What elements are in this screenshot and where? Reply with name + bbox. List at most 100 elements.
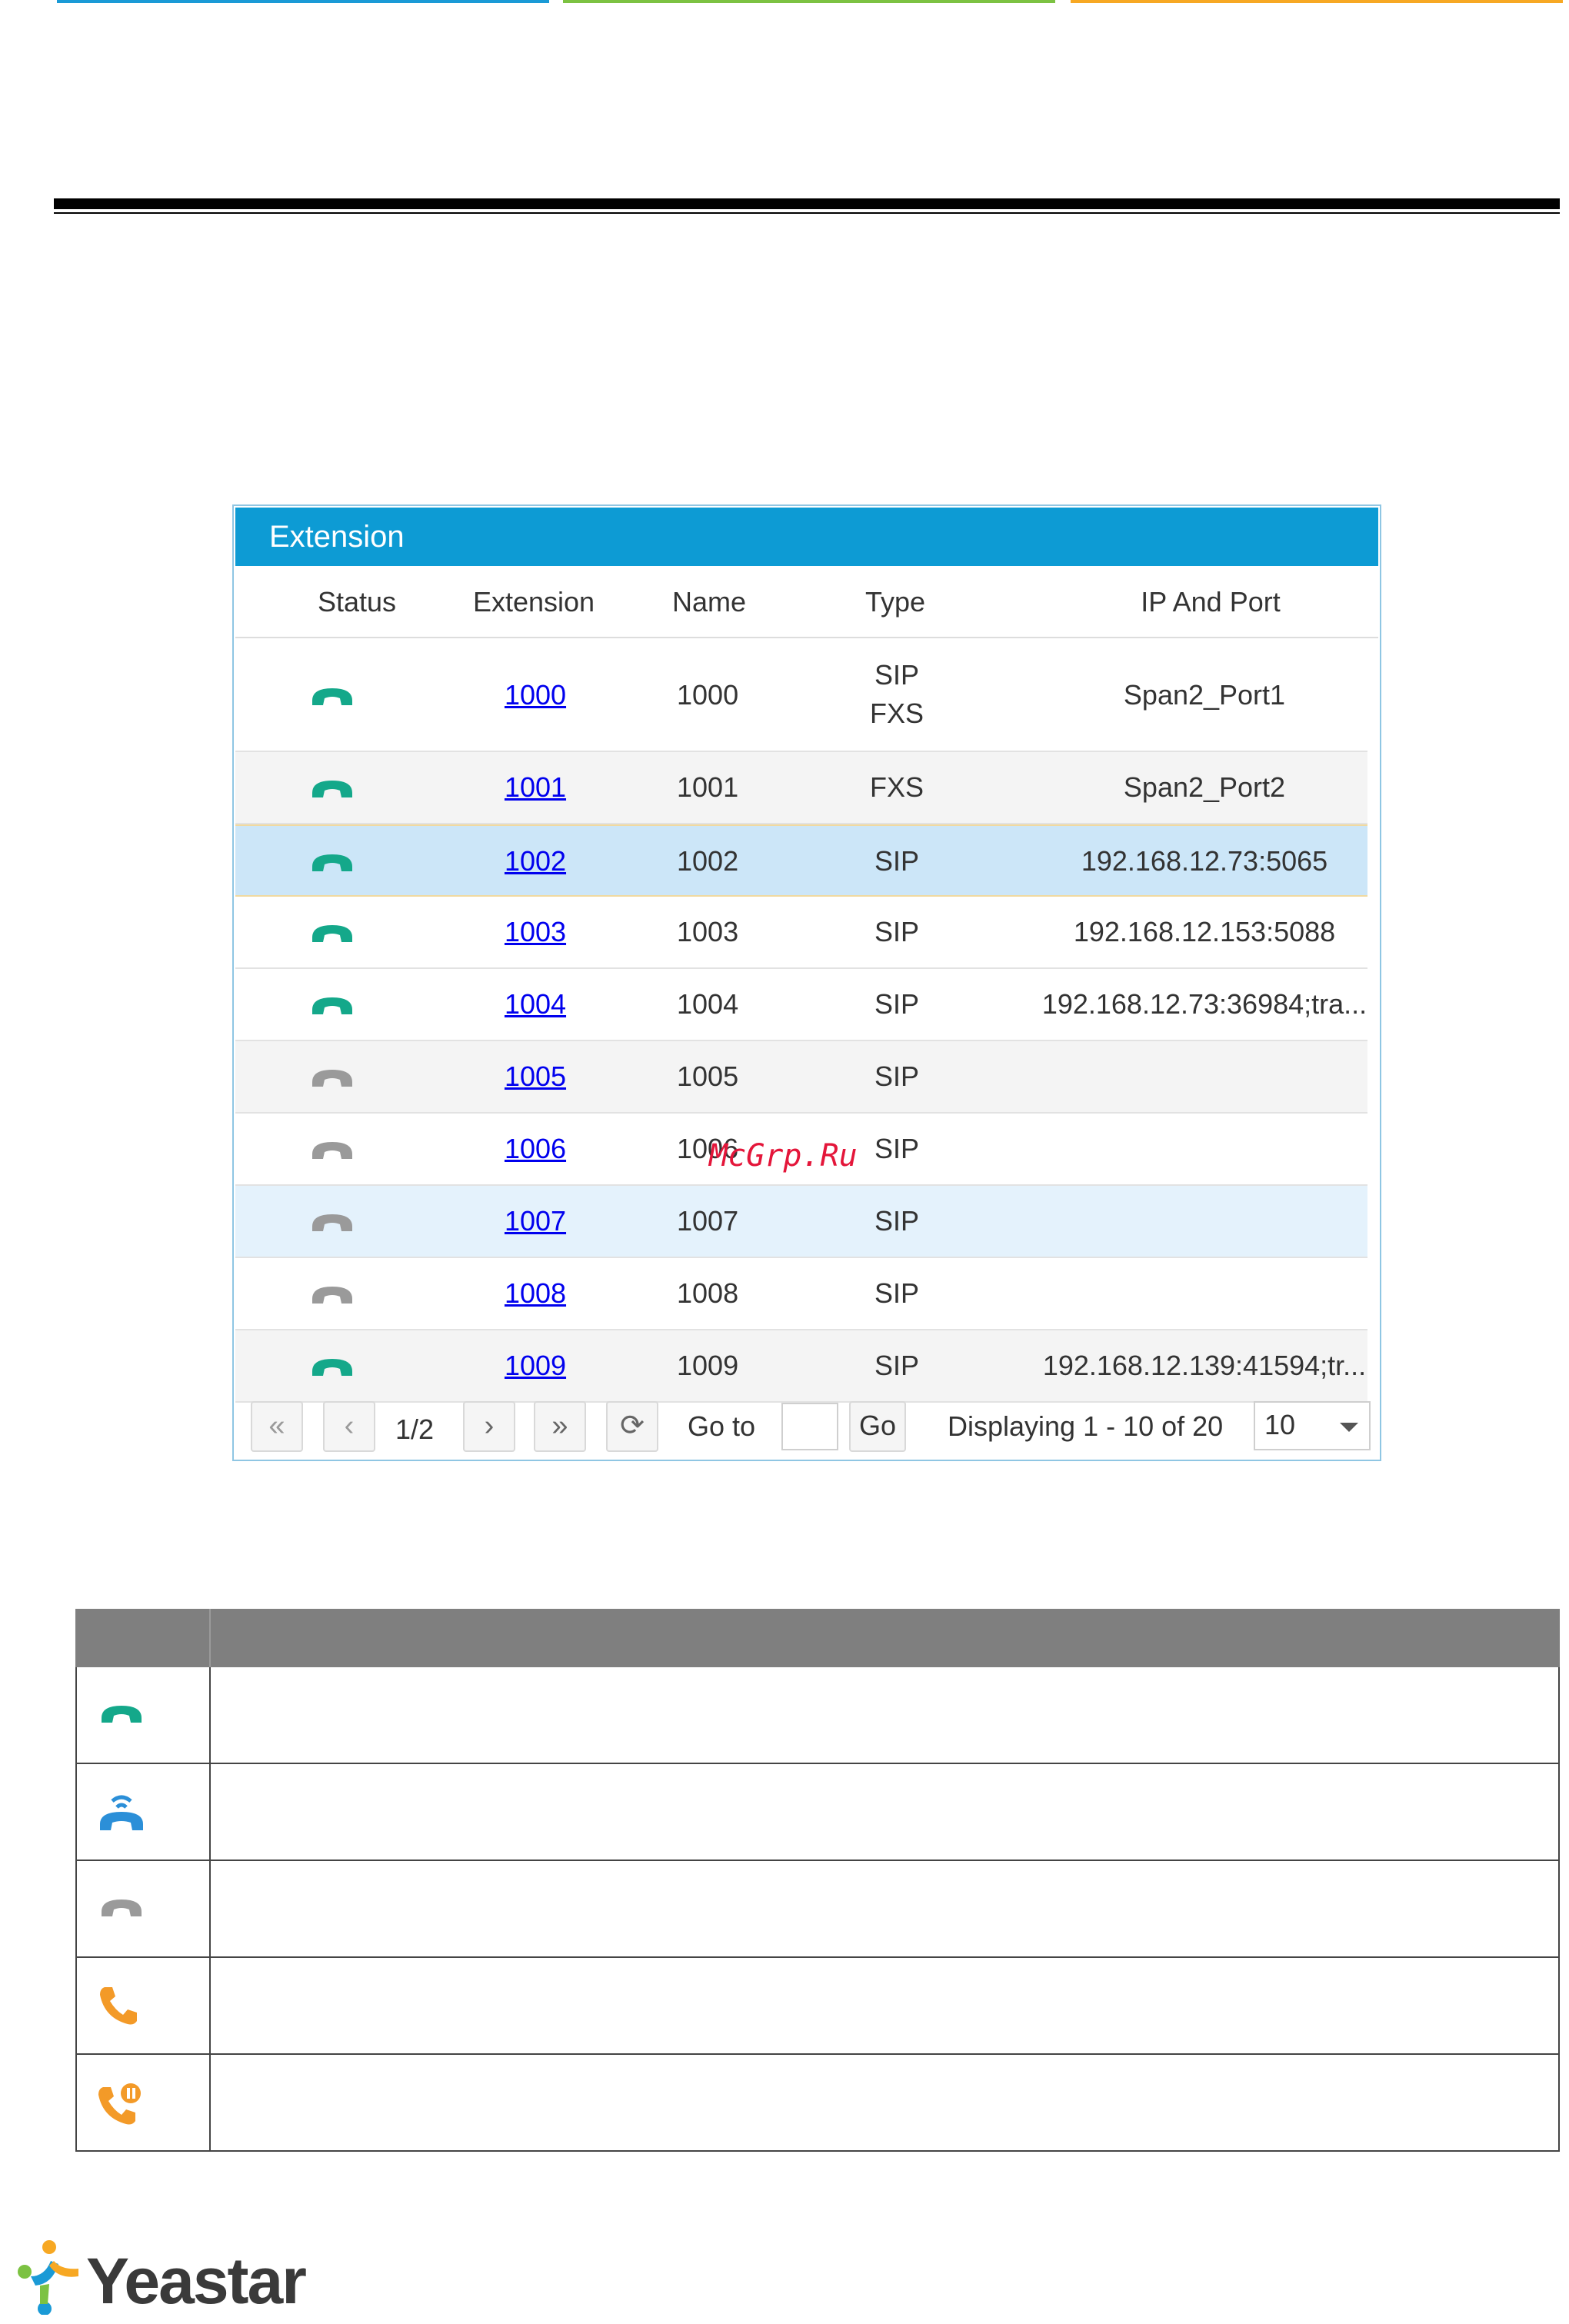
extension-type: SIP xyxy=(874,1060,920,1092)
column-header-status[interactable]: Status xyxy=(280,586,434,618)
legend-header xyxy=(75,1609,1560,1667)
displaying-summary: Displaying 1 - 10 of 20 xyxy=(948,1410,1224,1442)
legend-row xyxy=(75,1958,1560,2055)
extension-type: SIP xyxy=(874,845,920,877)
legend-row xyxy=(75,1764,1560,1861)
extension-name: 1002 xyxy=(677,845,739,877)
status-registered-icon xyxy=(309,851,355,878)
column-header-type[interactable]: Type xyxy=(818,586,972,618)
brand-name: Yeastar xyxy=(86,2245,307,2317)
section-rule xyxy=(54,198,1560,209)
next-page-button[interactable]: › xyxy=(463,1401,515,1452)
goto-label: Go to xyxy=(688,1410,756,1442)
extension-link[interactable]: 1002 xyxy=(443,845,628,877)
section-rule-thin xyxy=(54,212,1560,214)
top-bar-green xyxy=(563,0,1055,3)
legend-row xyxy=(75,1861,1560,1958)
phone-ringing-blue-icon xyxy=(97,1790,146,1837)
legend-description xyxy=(211,1667,1560,1763)
extension-type: SIP xyxy=(874,659,920,691)
header-separator xyxy=(235,637,1378,638)
extension-link[interactable]: 1009 xyxy=(443,1350,628,1382)
chevron-down-icon xyxy=(1340,1423,1358,1432)
phone-orange-icon xyxy=(97,1984,140,2031)
extension-type: SIP xyxy=(874,1205,920,1237)
refresh-icon: ⟳ xyxy=(620,1410,645,1442)
extension-name: 1008 xyxy=(677,1277,739,1309)
watermark: McGrp.Ru xyxy=(709,1138,858,1174)
extension-link[interactable]: 1003 xyxy=(443,916,628,948)
status-registered-icon xyxy=(309,1356,355,1383)
extension-type: SIP xyxy=(874,1350,920,1381)
extension-link[interactable]: 1000 xyxy=(443,679,628,711)
page-size-select[interactable]: 10 xyxy=(1254,1401,1371,1450)
extension-name: 1005 xyxy=(677,1060,739,1092)
legend-description xyxy=(211,1861,1560,1956)
status-unavailable-icon xyxy=(309,1067,355,1094)
column-header-extension[interactable]: Extension xyxy=(441,586,626,618)
table-row[interactable]: 1009 1009 SIP 192.168.12.139:41594;tr... xyxy=(235,1330,1367,1403)
go-button[interactable]: Go xyxy=(849,1401,906,1452)
last-page-button[interactable]: » xyxy=(534,1401,586,1452)
goto-page-input[interactable] xyxy=(781,1403,838,1450)
extension-name: 1000 xyxy=(677,679,739,711)
column-header-name[interactable]: Name xyxy=(672,586,826,618)
extension-name: 1001 xyxy=(677,771,739,803)
first-page-button[interactable]: « xyxy=(251,1401,303,1452)
table-row[interactable]: 1002 1002 SIP 192.168.12.73:5065 xyxy=(235,824,1367,897)
table-row[interactable]: 1003 1003 SIP 192.168.12.153:5088 xyxy=(235,897,1367,969)
extension-type: SIP xyxy=(874,988,920,1020)
table-row[interactable]: 1005 1005 SIP xyxy=(235,1041,1367,1114)
legend-description xyxy=(211,1764,1560,1860)
refresh-button[interactable]: ⟳ xyxy=(606,1401,658,1452)
extension-name: 1007 xyxy=(677,1205,739,1237)
extension-ip-port: 192.168.12.153:5088 xyxy=(1073,916,1336,947)
extension-name: 1003 xyxy=(677,916,739,947)
page-indicator: 1/2 xyxy=(395,1413,435,1445)
phone-gray-icon xyxy=(97,1896,146,1923)
extension-type: SIP xyxy=(874,916,920,947)
prev-page-button[interactable]: ‹ xyxy=(323,1401,375,1452)
extension-ip-port: Span2_Port2 xyxy=(1123,771,1286,803)
status-unavailable-icon xyxy=(309,1211,355,1238)
extension-type: SIP xyxy=(874,1277,920,1309)
legend-description xyxy=(211,2055,1560,2150)
legend-description xyxy=(211,1958,1560,2053)
extension-link[interactable]: 1001 xyxy=(443,771,628,804)
extension-link[interactable]: 1005 xyxy=(443,1060,628,1093)
status-registered-icon xyxy=(309,685,355,712)
panel-title: Extension xyxy=(235,508,1378,566)
legend-row xyxy=(75,1667,1560,1764)
extension-name: 1004 xyxy=(677,988,739,1020)
status-unavailable-icon xyxy=(309,1284,355,1310)
page-size-value: 10 xyxy=(1264,1409,1296,1440)
extension-link[interactable]: 1006 xyxy=(443,1133,628,1165)
top-bar-orange xyxy=(1071,0,1563,3)
extension-ip-port: 192.168.12.73:5065 xyxy=(1081,845,1328,877)
extension-ip-port: Span2_Port1 xyxy=(1123,679,1286,711)
status-registered-icon xyxy=(309,994,355,1021)
legend-row xyxy=(75,2055,1560,2152)
extension-link[interactable]: 1004 xyxy=(443,988,628,1020)
extension-type-secondary: FXS xyxy=(869,698,924,729)
extension-ip-port: 192.168.12.73:36984;tra... xyxy=(1041,988,1367,1020)
table-row[interactable]: 1008 1008 SIP xyxy=(235,1258,1367,1330)
yeastar-logo-icon xyxy=(18,2240,78,2315)
extension-panel: Extension Status Extension Name Type IP … xyxy=(232,504,1381,1461)
table-row[interactable]: 1000 1000 SIP FXS Span2_Port1 xyxy=(235,640,1367,752)
extension-link[interactable]: 1007 xyxy=(443,1205,628,1237)
extension-type: FXS xyxy=(869,771,924,803)
top-bar-blue xyxy=(57,0,549,3)
status-registered-icon xyxy=(309,922,355,949)
phone-hold-orange-icon xyxy=(97,2081,143,2129)
table-row[interactable]: 1004 1004 SIP 192.168.12.73:36984;tra... xyxy=(235,969,1367,1041)
extension-name: 1009 xyxy=(677,1350,739,1381)
column-header-ip-and-port[interactable]: IP And Port xyxy=(1080,586,1341,618)
table-row[interactable]: 1001 1001 FXS Span2_Port2 xyxy=(235,752,1367,824)
table-row[interactable]: 1007 1007 SIP xyxy=(235,1186,1367,1258)
phone-green-icon xyxy=(97,1703,146,1730)
status-registered-icon xyxy=(309,777,355,804)
status-unavailable-icon xyxy=(309,1139,355,1166)
extension-ip-port: 192.168.12.139:41594;tr... xyxy=(1042,1350,1367,1381)
extension-link[interactable]: 1008 xyxy=(443,1277,628,1310)
